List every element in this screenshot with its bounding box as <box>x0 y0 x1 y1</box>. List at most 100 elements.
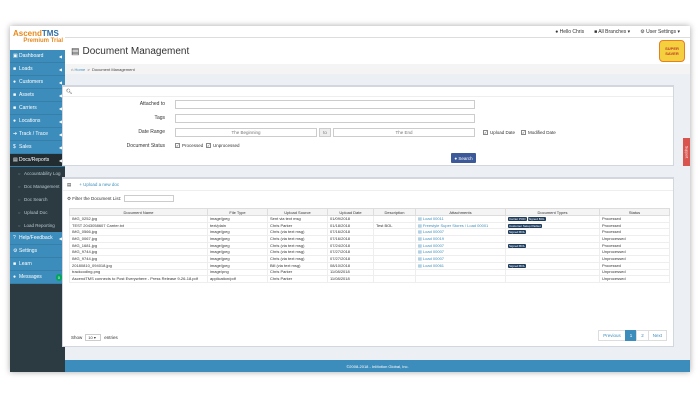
column-header[interactable]: File Type <box>207 208 268 216</box>
table-cell[interactable]: ▤ Load 00007 <box>415 228 506 237</box>
sidebar-item-customers[interactable]: ● Customers ◀ <box>10 76 65 89</box>
unprocessed-checkbox[interactable]: ✓ <box>206 143 211 148</box>
cell-text: Load 00007 <box>422 255 445 261</box>
sidebar-item-docs-reports[interactable]: ▤ Docs/Reports ◀ <box>10 154 65 167</box>
table-cell[interactable]: IMG_1681.jpg <box>69 241 208 250</box>
filter-label: Filter the Document List: <box>72 196 122 201</box>
table-cell[interactable]: ▤ Load 00061 <box>415 261 506 270</box>
page-size-select[interactable]: 10 ▾ <box>85 334 102 341</box>
sidebar-item-settings[interactable]: ⚙ Settings <box>10 245 65 258</box>
pager-previous[interactable]: Previous <box>598 330 626 341</box>
cell-text: 07/27/2018 <box>330 255 351 261</box>
table-row[interactable]: IMG_9744.jpg image/jpeg Chris (via text ms… <box>69 248 670 257</box>
date-start-input[interactable]: The Beginning <box>175 128 317 137</box>
table-cell[interactable]: ▤ Load 00011 <box>415 215 506 223</box>
user-settings-menu[interactable]: ⚙ User Settings ▾ <box>640 29 680 35</box>
table-cell[interactable]: AscendTMS connects to Post Everywhere - … <box>69 275 208 283</box>
table-cell[interactable]: TEST 2043058607 Carrier.txt <box>69 221 208 230</box>
table-cell: image/jpeg <box>207 235 268 243</box>
sidebar-item-assets[interactable]: ■ Assets ◀ <box>10 89 65 102</box>
column-header[interactable]: Attachments <box>415 208 506 216</box>
column-header[interactable]: Upload Date <box>327 208 374 216</box>
modified-date-option[interactable]: ✓ Modified Date <box>521 130 556 135</box>
cell-text: 01/18/2018 <box>330 222 351 228</box>
table-cell[interactable]: 20180810_094018.jpg <box>69 261 208 270</box>
cell-text: IMG_0067.jpg <box>72 235 98 241</box>
table-cell: Processed <box>599 215 670 223</box>
processed-option[interactable]: ✓ Processed <box>175 143 203 148</box>
column-header[interactable]: Document Name <box>69 208 208 216</box>
table-cell[interactable]: IMG_0067.jpg <box>69 235 208 243</box>
sidebar-item-dashboard[interactable]: ▣ Dashboard ◀ <box>10 50 65 63</box>
user-menu[interactable]: ● Hello Chris <box>555 29 584 35</box>
sidebar-item-track-trace[interactable]: ➔ Track / Trace ◀ <box>10 128 65 141</box>
filter-input[interactable] <box>124 195 175 202</box>
table-row[interactable]: IMG_1681.jpg image/jpeg Chris (via text ms… <box>69 241 670 250</box>
brand-name-accent: TMS <box>41 29 59 38</box>
table-cell[interactable]: ▤ Load 00019 <box>415 235 506 243</box>
table-cell[interactable]: trackcoding.png <box>69 268 208 277</box>
brand-name-main: Ascend <box>13 29 42 38</box>
sidebar-item-messages[interactable]: ● Messages 0 <box>10 271 65 284</box>
cell-text: Load 00061 <box>422 262 445 268</box>
sidebar-item-carriers[interactable]: ■ Carriers ◀ <box>10 102 65 115</box>
brand-logo[interactable]: AscendTMS Premium Trial <box>10 26 65 50</box>
column-header[interactable]: Document Types <box>505 208 600 216</box>
upload-date-checkbox[interactable]: ✓ <box>483 130 488 135</box>
upload-doc-link[interactable]: + Upload a new doc <box>79 182 119 187</box>
table-row[interactable]: IMG_0566.jpg image/jpeg Chris (via text ms… <box>69 228 670 237</box>
sidebar-subitem-doc-search[interactable]: ○ Doc Search <box>10 193 65 206</box>
table-cell[interactable] <box>415 275 506 283</box>
cell-text: image/jpeg <box>210 249 230 255</box>
table-cell[interactable]: ▤ Load 00007 <box>415 248 506 257</box>
sidebar-item-learn[interactable]: ■ Learn <box>10 258 65 271</box>
mascot-badge[interactable]: SUPER SAVER <box>659 40 685 62</box>
search-button[interactable]: ● Search <box>451 153 476 163</box>
table-row[interactable]: IMG_0252.jpg image/jpeg Sent via text msg 0… <box>69 215 670 223</box>
table-row[interactable]: TEST 2043058607 Carrier.txt text/plain Chr… <box>69 221 670 230</box>
branch-menu[interactable]: ■ All Branches ▾ <box>594 29 630 35</box>
table-cell[interactable]: ▤ Load 00007 <box>415 241 506 250</box>
support-side-tab[interactable]: Support <box>683 138 690 166</box>
attached-input[interactable] <box>175 100 475 109</box>
table-cell: 07/27/2018 <box>327 255 374 263</box>
table-cell[interactable]: IMG_0252.jpg <box>69 215 208 223</box>
table-cell: Carrier POD Signed BOL <box>505 215 600 223</box>
sidebar-subitem-upload-doc[interactable]: ○ Upload Doc <box>10 206 65 219</box>
table-cell[interactable]: IMG_0566.jpg <box>69 228 208 237</box>
table-cell[interactable]: ▤ Load 00007 <box>415 255 506 263</box>
table-row[interactable]: IMG_0067.jpg image/jpeg Chris (via text ms… <box>69 235 670 243</box>
cell-text: image/jpeg <box>210 229 230 235</box>
sidebar-item-locations[interactable]: ● Locations ◀ <box>10 115 65 128</box>
column-header[interactable]: Status <box>599 208 670 216</box>
processed-checkbox[interactable]: ✓ <box>175 143 180 148</box>
table-cell[interactable]: IMG_9744.jpg <box>69 248 208 257</box>
table-cell[interactable] <box>415 268 506 277</box>
cell-text: 07/27/2018 <box>330 249 351 255</box>
tags-input[interactable] <box>175 114 475 123</box>
branch-label: All Branches <box>598 28 627 35</box>
table-row[interactable]: 20180810_094018.jpg image/jpeg Bill (via t… <box>69 261 670 270</box>
sidebar-item-loads[interactable]: ■ Loads ◀ <box>10 63 65 76</box>
modified-date-checkbox[interactable]: ✓ <box>521 130 526 135</box>
cell-text: Load 00019 <box>422 235 445 241</box>
table-row[interactable]: AscendTMS connects to Post Everywhere - … <box>69 275 670 283</box>
pager-next[interactable]: Next <box>647 330 667 341</box>
upload-date-option[interactable]: ✓ Upload Date <box>483 130 515 135</box>
sidebar-item-sales[interactable]: $ Sales ◀ <box>10 141 65 154</box>
column-header[interactable]: Upload Source <box>267 208 328 216</box>
column-header[interactable]: Description <box>373 208 416 216</box>
cell-text: Unprocessed <box>602 235 626 241</box>
date-end-input[interactable]: The End <box>333 128 475 137</box>
table-cell <box>505 275 600 283</box>
table-cell[interactable]: ▤ Freestyle Super Stores / Load 00001 <box>415 221 506 230</box>
sidebar-subitem-accountability-log[interactable]: ○ Accountability Log <box>10 167 65 180</box>
sidebar-subitem-load-reporting[interactable]: ○ Load Reporting <box>10 219 65 232</box>
table-row[interactable]: IMG_9744.jpg image/jpeg Chris (via text ms… <box>69 255 670 263</box>
table-cell[interactable]: IMG_9744.jpg <box>69 255 208 263</box>
unprocessed-option[interactable]: ✓ Unprocessed <box>206 143 240 148</box>
sidebar-item-help-feedback[interactable]: ? Help/Feedback ◀ <box>10 232 65 245</box>
sidebar-subitem-doc-management[interactable]: ○ Doc Management <box>10 180 65 193</box>
table-row[interactable]: trackcoding.png image/png Chris Parker 11/0… <box>69 268 670 277</box>
breadcrumb-home[interactable]: Home <box>75 67 86 72</box>
